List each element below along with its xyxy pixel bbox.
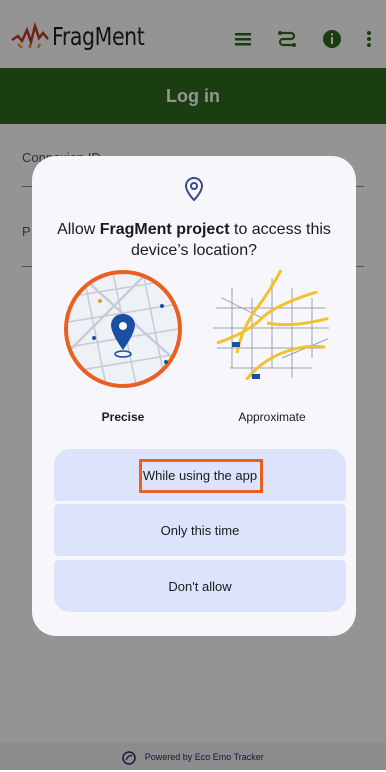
only-this-time-button[interactable]: Only this time [54,504,346,556]
location-permission-dialog: Allow FragMent project to access this de… [32,156,356,636]
precise-location-option[interactable] [62,268,184,390]
title-app-name: FragMent project [99,221,230,238]
dont-allow-button[interactable]: Don't allow [54,560,346,612]
approximate-label: Approximate [238,410,306,424]
title-prefix: Allow [57,221,100,238]
approximate-location-option[interactable] [212,268,330,386]
only-this-time-label: Only this time [160,522,240,538]
dialog-title: Allow FragMent project to access this de… [50,219,338,261]
location-pin-icon [184,176,204,202]
dont-allow-label: Don't allow [168,578,232,594]
while-using-the-app-button[interactable]: While using the app [54,449,346,501]
while-using-label: While using the app [142,467,258,483]
precise-label: Precise [101,410,145,424]
